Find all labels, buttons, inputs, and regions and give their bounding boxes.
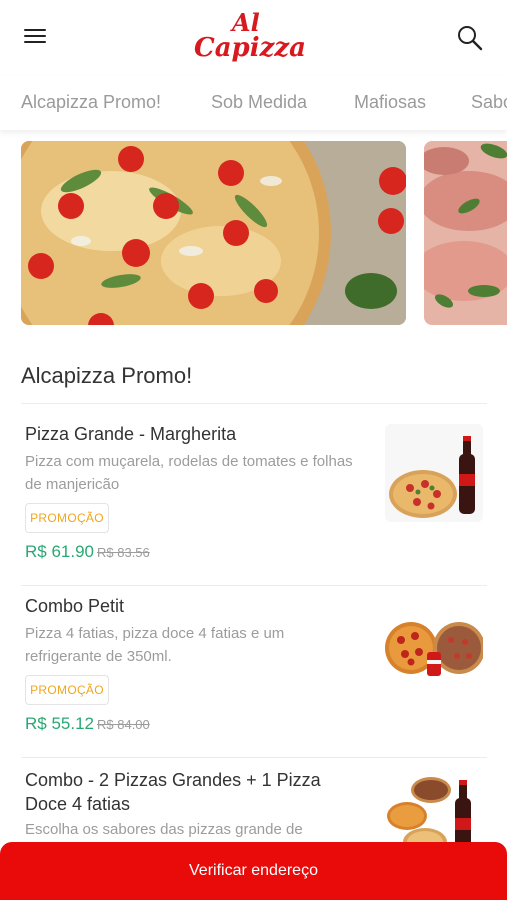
- product-image: [385, 596, 483, 694]
- brand-logo[interactable]: Al Capizza: [190, 4, 315, 68]
- tab-sob-medida[interactable]: Sob Medida: [211, 92, 307, 113]
- promo-banner-pizza[interactable]: [21, 141, 406, 325]
- hamburger-menu-icon[interactable]: [22, 26, 48, 48]
- divider: [21, 403, 487, 404]
- category-tabs: Alcapizza Promo! Sob Medida Mafiosas Sab…: [0, 76, 507, 130]
- product-name: Combo - 2 Pizzas Grandes + 1 Pizza Doce …: [25, 770, 321, 814]
- price-row: R$ 61.90 R$ 83.56: [25, 542, 150, 562]
- divider: [21, 585, 487, 586]
- product-description: Pizza com muçarela, rodelas de tomates e…: [25, 453, 353, 493]
- product-description: Escolha os sabores das pizzas grande de: [25, 821, 303, 838]
- product-old-price: R$ 84.00: [97, 717, 150, 732]
- product-item-margherita[interactable]: Pizza Grande - Margherita Pizza com muça…: [21, 422, 487, 572]
- product-item-combo-2-pizzas[interactable]: Combo - 2 Pizzas Grandes + 1 Pizza Doce …: [21, 768, 487, 868]
- section-title: Alcapizza Promo!: [21, 363, 193, 388]
- product-item-combo-petit[interactable]: Combo Petit Pizza 4 fatias, pizza doce 4…: [21, 594, 487, 744]
- product-price: R$ 61.90: [25, 542, 94, 561]
- tab-alcapizza-promo[interactable]: Alcapizza Promo!: [21, 92, 161, 113]
- product-description: Pizza 4 fatias, pizza doce 4 fatias e um…: [25, 625, 285, 665]
- tab-mafiosas[interactable]: Mafiosas: [354, 92, 426, 113]
- product-old-price: R$ 83.56: [97, 545, 150, 560]
- svg-text:Capizza: Capizza: [194, 33, 306, 63]
- product-price: R$ 55.12: [25, 714, 94, 733]
- promo-badge: PROMOÇÃO: [25, 503, 109, 533]
- product-image: [385, 424, 483, 522]
- product-name: Combo Petit: [25, 596, 125, 616]
- tab-sabores[interactable]: Sabo: [471, 92, 507, 113]
- search-icon[interactable]: [456, 24, 484, 52]
- price-row: R$ 55.12 R$ 84.00: [25, 714, 150, 734]
- promo-badge: PROMOÇÃO: [25, 675, 109, 705]
- app-header: Al Capizza: [0, 0, 507, 76]
- verify-address-button[interactable]: Verificar endereço: [0, 842, 507, 900]
- promo-banner-parma[interactable]: [424, 141, 507, 325]
- product-name: Pizza Grande - Margherita: [25, 424, 237, 444]
- divider: [21, 757, 487, 758]
